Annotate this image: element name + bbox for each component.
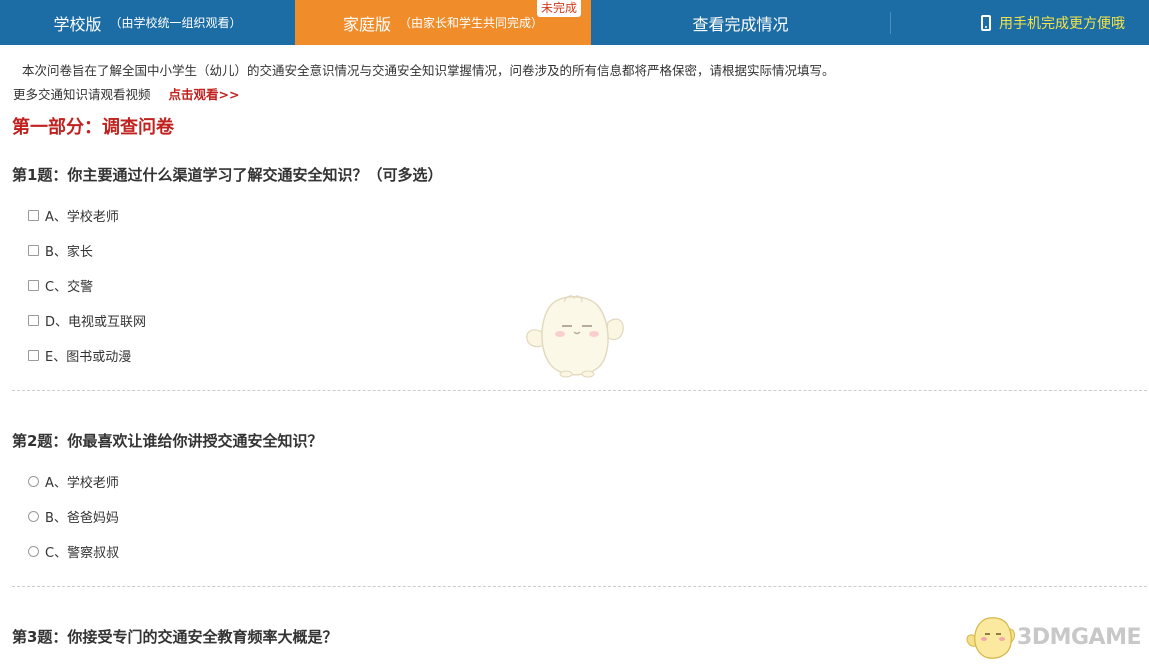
question-title: 第3题：你接受专门的交通安全教育频率大概是？ (12, 628, 338, 646)
3dmgame-watermark: 3DMGAME (965, 614, 1141, 660)
option-item[interactable]: B、家长 (28, 241, 93, 260)
question-title: 第2题：你最喜欢让谁给你讲授交通安全知识？ (12, 432, 323, 450)
tab-view-completion-label: 查看完成情况 (692, 14, 789, 34)
option-item[interactable]: B、爸爸妈妈 (28, 507, 119, 526)
option-label: C、警察叔叔 (45, 546, 120, 561)
tab-family-sub: （由家长和学生共同完成） (399, 16, 544, 30)
option-label: C、交警 (45, 280, 94, 295)
phone-icon (981, 14, 991, 31)
section-title: 第一部分：调查问卷 (12, 117, 174, 138)
incomplete-badge: 未完成 (536, 0, 581, 17)
question-title: 第1题：你主要通过什么渠道学习了解交通安全知识？（可多选） (12, 166, 443, 184)
option-item[interactable]: E、图书或动漫 (28, 346, 131, 365)
checkbox[interactable] (28, 245, 39, 256)
checkbox[interactable] (28, 280, 39, 291)
option-item[interactable]: C、警察叔叔 (28, 542, 119, 561)
radio-button[interactable] (28, 476, 39, 487)
option-label: D、电视或互联网 (45, 315, 147, 330)
option-label: A、学校老师 (45, 476, 119, 491)
radio-button[interactable] (28, 546, 39, 557)
question-divider (12, 586, 1147, 587)
option-label: A、学校老师 (45, 210, 119, 225)
option-label: E、图书或动漫 (45, 350, 132, 365)
mascot-logo-icon (966, 617, 1016, 659)
checkbox[interactable] (28, 210, 39, 221)
tab-school-label: 学校版 (53, 14, 102, 34)
more-videos-text: 更多交通知识请观看视频 (13, 87, 151, 102)
option-label: B、家长 (45, 245, 93, 260)
watermark-text: 3DMGAME (1017, 624, 1141, 650)
option-item[interactable]: A、学校老师 (28, 206, 119, 225)
intro-text: 本次问卷旨在了解全国中小学生（幼儿）的交通安全意识情况与交通安全知识掌握情况，问… (22, 63, 835, 78)
mobile-link-label: 用手机完成更方便哦 (999, 15, 1125, 32)
top-nav: 学校版 （由学校统一组织观看） 家庭版 （由家长和学生共同完成） 未完成 查看完… (0, 0, 1149, 45)
checkbox[interactable] (28, 350, 39, 361)
option-item[interactable]: A、学校老师 (28, 472, 119, 491)
mascot-watermark-icon (526, 295, 624, 378)
option-item[interactable]: C、交警 (28, 276, 93, 295)
question-divider (12, 390, 1147, 391)
radio-button[interactable] (28, 511, 39, 522)
option-label: B、爸爸妈妈 (45, 511, 119, 526)
checkbox[interactable] (28, 315, 39, 326)
option-item[interactable]: D、电视或互联网 (28, 311, 146, 330)
tab-family[interactable]: 家庭版 （由家长和学生共同完成） 未完成 (295, 0, 591, 45)
mobile-link[interactable]: 用手机完成更方便哦 (890, 0, 1149, 45)
tab-school-sub: （由学校统一组织观看） (109, 16, 242, 30)
tab-school[interactable]: 学校版 （由学校统一组织观看） (0, 0, 295, 45)
tab-view-completion[interactable]: 查看完成情况 (591, 0, 890, 45)
more-videos: 更多交通知识请观看视频 点击观看>> (13, 84, 239, 103)
watch-video-link[interactable]: 点击观看>> (169, 87, 240, 102)
tab-family-label: 家庭版 (342, 14, 391, 34)
